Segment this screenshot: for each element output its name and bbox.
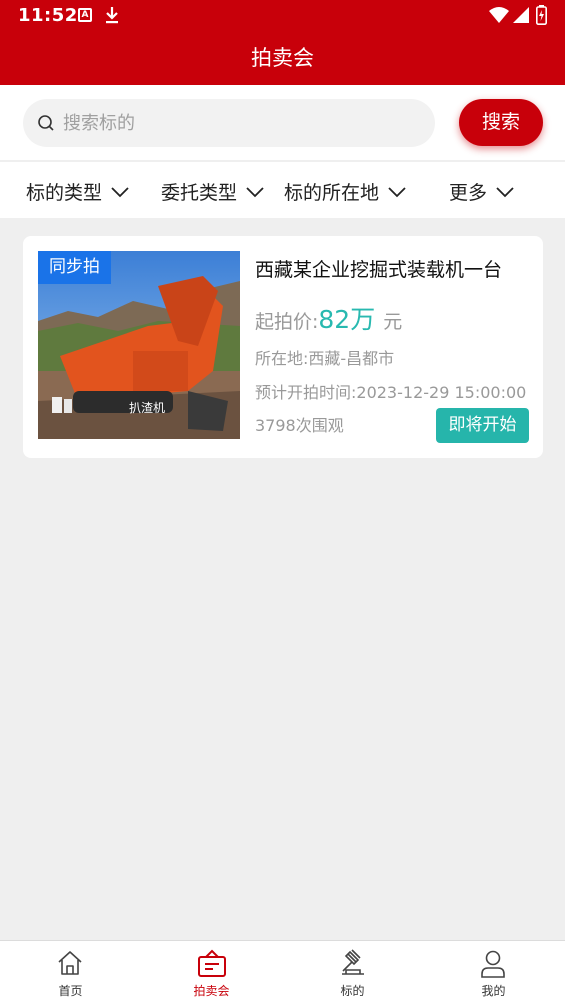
chevron-down-icon xyxy=(246,187,264,198)
filter-label: 委托类型 xyxy=(161,182,238,204)
filter-item-more[interactable]: 更多 xyxy=(449,178,515,205)
tab-home[interactable]: 首页 xyxy=(0,941,141,1004)
auction-thumbnail[interactable]: 同步拍 扒渣机 xyxy=(38,251,240,439)
gavel-icon xyxy=(342,949,364,975)
starting-price: 起拍价:82万元 xyxy=(255,300,402,336)
auction-icon xyxy=(198,949,226,977)
notification-a-icon: A xyxy=(78,8,92,22)
person-icon xyxy=(481,950,505,978)
filter-bar: 标的类型 委托类型 标的所在地 更多 xyxy=(0,162,565,218)
signal-icon xyxy=(513,7,529,23)
search-field[interactable] xyxy=(23,99,435,147)
tab-auction[interactable]: 拍卖会 xyxy=(141,941,282,1004)
search-bar: 搜索 xyxy=(0,85,565,160)
filter-label: 标的所在地 xyxy=(284,182,380,204)
tab-label: 拍卖会 xyxy=(193,984,230,998)
listing-start-time: 预计开拍时间:2023-12-29 15:00:00 xyxy=(255,383,527,402)
listing-title[interactable]: 西藏某企业挖掘式装载机一台 xyxy=(255,255,502,282)
price-unit: 元 xyxy=(383,311,403,333)
battery-icon xyxy=(536,5,547,25)
price-value: 82万 xyxy=(318,305,376,334)
image-caption: 扒渣机 xyxy=(129,401,166,415)
sync-auction-badge: 同步拍 xyxy=(38,251,111,284)
search-button[interactable]: 搜索 xyxy=(459,99,543,146)
listing-views: 3798次围观 xyxy=(255,416,344,435)
chevron-down-icon xyxy=(111,187,129,198)
bottom-tab-bar: 首页 拍卖会 标的 我的 xyxy=(0,940,565,1004)
search-input[interactable] xyxy=(63,99,423,147)
filter-label: 标的类型 xyxy=(26,182,103,204)
status-time: 11:52 xyxy=(18,5,78,26)
auction-card[interactable]: 同步拍 扒渣机 西藏某企业挖掘式装载机一台 起拍价:82万元 所在地:西藏-昌都… xyxy=(23,236,543,458)
home-icon xyxy=(58,951,82,975)
app-header: 11:52 A 拍卖会 xyxy=(0,0,565,85)
tab-label: 我的 xyxy=(481,984,506,998)
tab-mine[interactable]: 我的 xyxy=(423,941,564,1004)
price-label: 起拍价: xyxy=(255,311,319,333)
status-badge[interactable]: 即将开始 xyxy=(436,408,529,443)
download-icon xyxy=(106,7,118,24)
listing-location: 所在地:西藏-昌都市 xyxy=(255,349,395,368)
status-bar: 11:52 A xyxy=(0,0,565,32)
search-icon xyxy=(38,115,54,131)
chevron-down-icon xyxy=(496,187,514,198)
tab-items[interactable]: 标的 xyxy=(282,941,423,1004)
filter-item-entrust[interactable]: 委托类型 xyxy=(161,178,265,205)
filter-label: 更多 xyxy=(449,182,488,204)
filter-item-location[interactable]: 标的所在地 xyxy=(284,178,407,205)
wifi-icon xyxy=(489,7,509,23)
chevron-down-icon xyxy=(388,187,406,198)
tab-label: 标的 xyxy=(340,984,365,998)
page-title: 拍卖会 xyxy=(251,46,314,70)
filter-item-type[interactable]: 标的类型 xyxy=(26,178,130,205)
tab-label: 首页 xyxy=(58,984,83,998)
